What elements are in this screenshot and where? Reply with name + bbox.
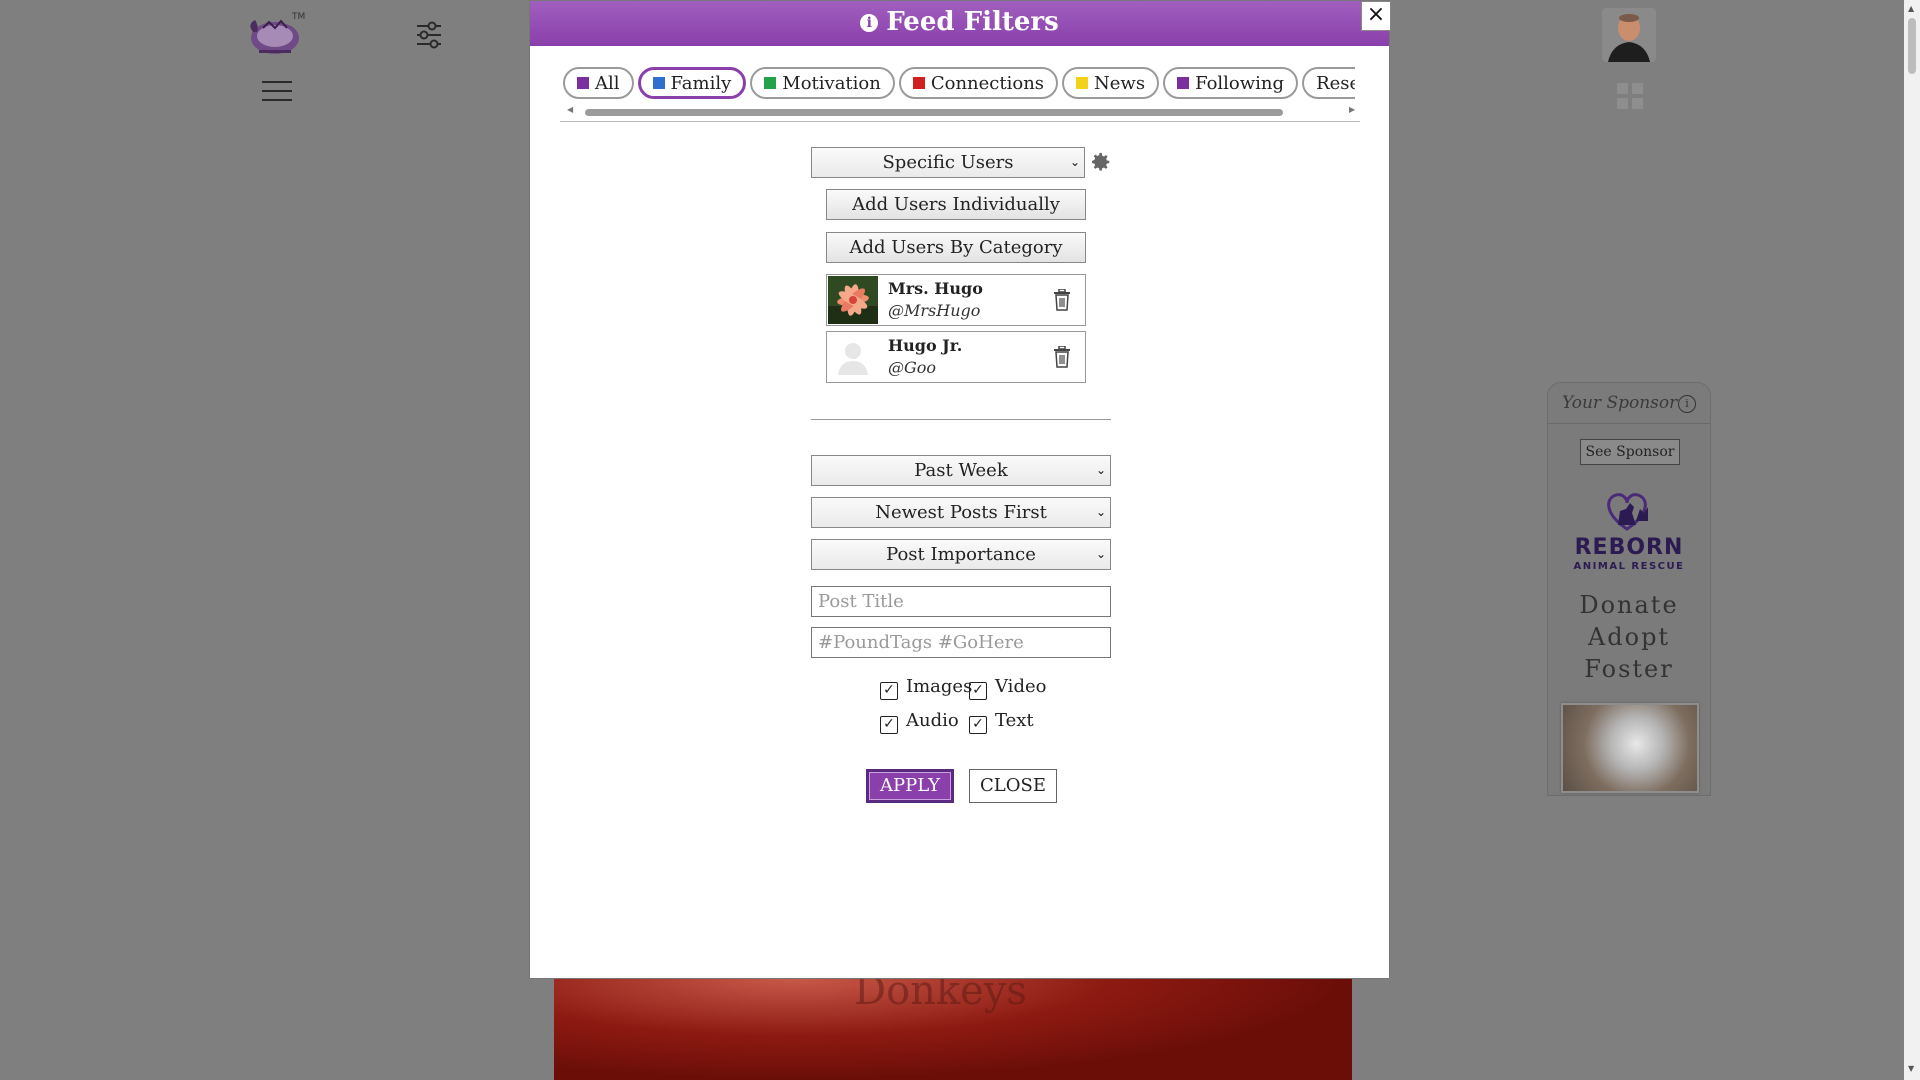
modal-title: i Feed Filters bbox=[530, 7, 1389, 37]
sort-order-select[interactable]: Newest Posts First ⌄ bbox=[811, 497, 1111, 528]
default-avatar-icon bbox=[828, 333, 878, 381]
tab-label: Motivation bbox=[782, 73, 881, 94]
tabs-scrollbar-thumb[interactable] bbox=[585, 109, 1283, 116]
audio-label: Audio bbox=[906, 710, 959, 731]
filter-sliders-icon[interactable] bbox=[414, 20, 444, 50]
sponsor-info-icon[interactable]: i bbox=[1678, 395, 1696, 413]
time-range-select[interactable]: Past Week ⌄ bbox=[811, 455, 1111, 486]
post-title-input[interactable] bbox=[811, 586, 1111, 617]
user-name: Mrs. Hugo bbox=[888, 279, 983, 298]
tab-label: Reset Filters bbox=[1316, 73, 1355, 94]
selected-user-row: Mrs. Hugo @MrsHugo bbox=[826, 274, 1086, 326]
tabs-scrollbar[interactable]: ◀ ▶ bbox=[563, 105, 1361, 119]
family-swatch bbox=[652, 77, 665, 89]
sponsor-header: Your Sponsor i bbox=[1548, 383, 1710, 424]
see-sponsor-button[interactable]: See Sponsor bbox=[1580, 439, 1680, 465]
images-label: Images bbox=[906, 676, 973, 697]
sort-by-value: Post Importance bbox=[886, 544, 1036, 565]
tab-label: All bbox=[595, 73, 620, 94]
checkbox-check-icon: ✓ bbox=[969, 716, 987, 734]
chevron-down-icon: ⌄ bbox=[1069, 155, 1080, 169]
video-checkbox[interactable]: ✓ Video bbox=[969, 675, 1047, 700]
tab-news[interactable]: News bbox=[1062, 67, 1160, 99]
tab-following[interactable]: Following bbox=[1163, 67, 1299, 99]
video-label: Video bbox=[995, 676, 1047, 697]
sponsor-cta-donate: Donate bbox=[1579, 591, 1679, 619]
page-scrollbar[interactable]: ▲ ▼ bbox=[1904, 0, 1920, 1080]
all-swatch bbox=[577, 77, 589, 89]
tab-all[interactable]: All bbox=[563, 67, 634, 99]
sponsor-cta-foster: Foster bbox=[1584, 655, 1674, 683]
chevron-down-icon: ⌄ bbox=[1095, 463, 1106, 477]
sponsor-cta-adopt: Adopt bbox=[1587, 623, 1671, 651]
tab-label: News bbox=[1094, 73, 1146, 94]
feed-filters-modal: i Feed Filters × All Family Motivation Conne… bbox=[529, 0, 1391, 979]
connections-swatch bbox=[912, 77, 925, 89]
tab-label: Family bbox=[670, 73, 732, 94]
images-checkbox[interactable]: ✓ Images bbox=[880, 675, 973, 700]
user-name: Hugo Jr. bbox=[888, 336, 963, 355]
post-image: Donkeys bbox=[554, 978, 1352, 1080]
selected-user-row: Hugo Jr. @Goo bbox=[826, 331, 1086, 383]
sponsor-label: Your Sponsor bbox=[1562, 393, 1678, 413]
hamburger-menu-icon[interactable] bbox=[262, 80, 292, 102]
modal-title-text: Feed Filters bbox=[886, 7, 1059, 37]
add-users-individually-button[interactable]: Add Users Individually bbox=[826, 189, 1086, 220]
scroll-right-arrow-icon[interactable]: ▶ bbox=[1349, 105, 1355, 114]
scroll-down-arrow-icon[interactable]: ▼ bbox=[1908, 1064, 1914, 1073]
following-swatch bbox=[1177, 77, 1190, 89]
modal-header: i Feed Filters × bbox=[530, 1, 1391, 46]
title-info-icon[interactable]: i bbox=[860, 14, 879, 32]
user-handle: @MrsHugo bbox=[888, 301, 981, 320]
checkbox-check-icon: ✓ bbox=[880, 716, 898, 734]
gear-icon[interactable] bbox=[1090, 151, 1112, 173]
reborn-dog-cat-icon bbox=[1607, 493, 1648, 531]
tab-label: Connections bbox=[930, 73, 1045, 94]
user-scope-select[interactable]: Specific Users ⌄ bbox=[811, 147, 1085, 178]
tab-motivation[interactable]: Motivation bbox=[750, 67, 895, 99]
tab-label: Following bbox=[1195, 73, 1285, 94]
user-scope-value: Specific Users bbox=[882, 152, 1014, 173]
scroll-left-arrow-icon[interactable]: ◀ bbox=[567, 105, 573, 114]
news-swatch bbox=[1076, 77, 1089, 89]
tab-reset-filters[interactable]: Reset Filters bbox=[1302, 67, 1355, 99]
time-range-value: Past Week bbox=[914, 460, 1008, 481]
sponsor-brand-name: REBORN bbox=[1574, 535, 1684, 560]
user-avatar[interactable] bbox=[1602, 8, 1656, 62]
checkbox-check-icon: ✓ bbox=[880, 682, 898, 700]
apps-grid-icon[interactable] bbox=[1616, 82, 1644, 110]
post-ghost-text: Donkeys bbox=[854, 978, 1027, 1014]
text-checkbox[interactable]: ✓ Text bbox=[969, 709, 1034, 734]
sponsor-brand-subtitle: ANIMAL RESCUE bbox=[1573, 561, 1685, 572]
close-icon[interactable]: × bbox=[1361, 1, 1391, 31]
trademark-mark: TM bbox=[292, 12, 306, 22]
section-divider bbox=[811, 419, 1111, 420]
sponsor-pet-photo[interactable] bbox=[1561, 703, 1699, 793]
trash-icon[interactable] bbox=[1053, 346, 1071, 368]
trash-icon[interactable] bbox=[1053, 289, 1071, 311]
motivation-swatch bbox=[764, 77, 777, 89]
filter-tabs: All Family Motivation Connections News Follow… bbox=[563, 67, 1355, 105]
user-handle: @Goo bbox=[888, 358, 937, 377]
chevron-down-icon: ⌄ bbox=[1095, 505, 1106, 519]
scroll-up-arrow-icon[interactable]: ▲ bbox=[1908, 4, 1914, 13]
apply-button[interactable]: APPLY bbox=[866, 769, 954, 803]
scrollbar-thumb[interactable] bbox=[1908, 18, 1916, 74]
text-label: Text bbox=[995, 710, 1034, 731]
pound-tags-input[interactable] bbox=[811, 627, 1111, 658]
sort-order-value: Newest Posts First bbox=[875, 502, 1047, 523]
close-button[interactable]: CLOSE bbox=[969, 769, 1057, 803]
tabs-divider bbox=[560, 121, 1360, 122]
chevron-down-icon: ⌄ bbox=[1095, 547, 1106, 561]
sponsor-card: Your Sponsor i See Sponsor REBORN ANIMAL… bbox=[1547, 382, 1711, 796]
checkbox-check-icon: ✓ bbox=[969, 682, 987, 700]
tab-family[interactable]: Family bbox=[637, 67, 747, 99]
user-photo-flower bbox=[828, 276, 878, 324]
sort-by-select[interactable]: Post Importance ⌄ bbox=[811, 539, 1111, 570]
add-users-by-category-button[interactable]: Add Users By Category bbox=[826, 232, 1086, 263]
audio-checkbox[interactable]: ✓ Audio bbox=[880, 709, 959, 734]
tab-connections[interactable]: Connections bbox=[898, 67, 1059, 99]
